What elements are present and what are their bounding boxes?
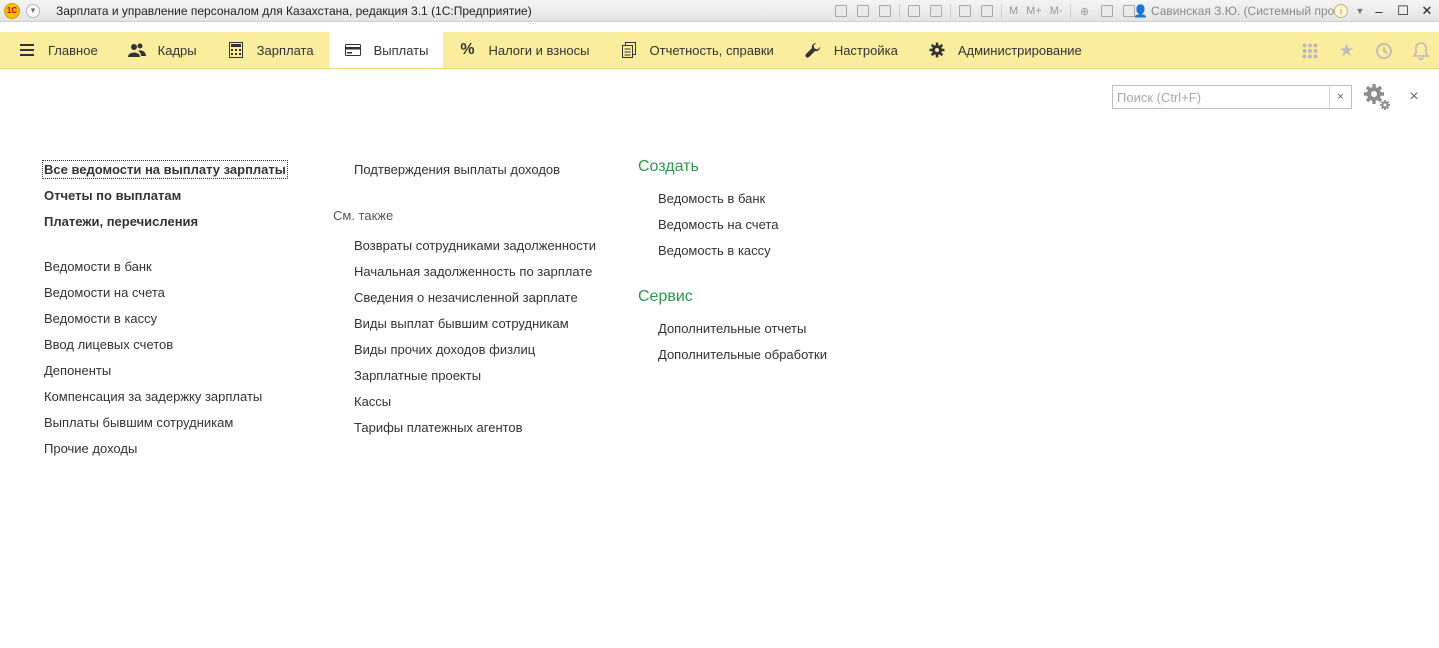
toolbar-separator <box>1069 4 1071 18</box>
link-payment-reports[interactable]: Отчеты по выплатам <box>44 188 181 203</box>
calculator-tool-icon[interactable] <box>954 0 976 22</box>
link-employee-debt-returns[interactable]: Возвраты сотрудниками задолженности <box>354 238 596 253</box>
window-controls: i ▼ – ☐ ✕ <box>1329 0 1439 22</box>
history-icon[interactable] <box>1365 32 1402 69</box>
link-income-payment-confirmations[interactable]: Подтверждения выплаты доходов <box>354 162 560 177</box>
link-bank-statements[interactable]: Ведомости в банк <box>44 259 152 274</box>
service-header: Сервис <box>638 288 693 305</box>
section-payments[interactable]: Выплаты <box>328 32 444 68</box>
link-other-income[interactable]: Прочие доходы <box>44 441 137 456</box>
card-icon <box>344 41 362 59</box>
see-also-header: См. также <box>333 208 394 223</box>
link-additional-processing[interactable]: Дополнительные обработки <box>658 347 827 362</box>
link-cash-desks[interactable]: Кассы <box>354 394 391 409</box>
window-title: Зарплата и управление персоналом для Каз… <box>56 3 532 18</box>
section-label: Налоги и взносы <box>488 42 590 58</box>
link-account-statements[interactable]: Ведомости на счета <box>44 285 165 300</box>
main-menu-dropdown-icon[interactable]: ▼ <box>26 3 40 18</box>
link-delay-compensation[interactable]: Компенсация за задержку зарплаты <box>44 389 262 404</box>
section-taxes[interactable]: % Налоги и взносы <box>443 32 604 68</box>
link-create-account-statement[interactable]: Ведомость на счета <box>658 217 778 232</box>
info-icon[interactable]: i <box>1329 0 1353 22</box>
menu-icon <box>18 41 36 59</box>
toolbar-separator <box>899 4 900 18</box>
link-create-bank-statement[interactable]: Ведомость в банк <box>658 191 765 206</box>
wrench-icon <box>804 41 822 59</box>
section-main[interactable]: Главное <box>0 32 113 68</box>
info-menu-chevron-icon[interactable]: ▼ <box>1353 0 1367 22</box>
link-salary-projects[interactable]: Зарплатные проекты <box>354 368 481 383</box>
sections-panel: Главное Кадры Зарплата Выплаты % Налоги … <box>0 32 1439 69</box>
section-administration[interactable]: Администрирование <box>913 32 1097 68</box>
link-other-income-types[interactable]: Виды прочих доходов физлиц <box>354 342 535 357</box>
memory-plus-button[interactable]: M+ <box>1022 0 1046 22</box>
link-deponents[interactable]: Депоненты <box>44 363 111 378</box>
user-name: Савинская З.Ю. (Системный прог... <box>1150 4 1348 18</box>
upload-icon[interactable] <box>903 0 925 22</box>
link-personal-accounts-entry[interactable]: Ввод лицевых счетов <box>44 337 173 352</box>
panel-tools: ★ <box>1291 32 1439 69</box>
section-label: Выплаты <box>373 42 429 58</box>
save-icon[interactable] <box>830 0 852 22</box>
toolbar-separator <box>1001 4 1002 18</box>
zoom-in-icon[interactable]: ⊕ <box>1074 0 1096 22</box>
close-window-icon[interactable]: ✕ <box>1415 0 1439 22</box>
search-input[interactable] <box>1113 86 1327 108</box>
user-icon: 👤 <box>1133 4 1148 18</box>
app-logo-icon[interactable]: 1С <box>4 2 20 19</box>
maximize-icon[interactable]: ☐ <box>1391 0 1415 22</box>
favorites-star-icon[interactable]: ★ <box>1328 32 1365 69</box>
title-bar: 1С ▼ Зарплата и управление персоналом дл… <box>0 0 1439 22</box>
toolbar-separator <box>950 4 951 18</box>
percent-icon: % <box>460 41 475 58</box>
people-icon <box>127 41 146 59</box>
section-label: Кадры <box>157 42 197 58</box>
link-former-employee-payments[interactable]: Выплаты бывшим сотрудникам <box>44 415 233 430</box>
link-additional-reports[interactable]: Дополнительные отчеты <box>658 321 806 336</box>
section-settings[interactable]: Настройка <box>789 32 913 68</box>
print-icon[interactable] <box>852 0 874 22</box>
clear-search-button[interactable]: × <box>1329 86 1351 108</box>
memory-button[interactable]: M <box>1005 0 1022 22</box>
title-toolbar: M M+ M- ⊕ <box>830 0 1140 22</box>
section-salary[interactable]: Зарплата <box>212 32 329 68</box>
link-cash-statements[interactable]: Ведомости в кассу <box>44 311 157 326</box>
link-all-payroll-statements[interactable]: Все ведомости на выплату зарплаты <box>42 160 288 179</box>
section-hr[interactable]: Кадры <box>113 32 212 68</box>
link-payments-transfers[interactable]: Платежи, перечисления <box>44 214 198 229</box>
link-former-employee-payment-types[interactable]: Виды выплат бывшим сотрудникам <box>354 316 569 331</box>
link-uncredited-salary-info[interactable]: Сведения о незачисленной зарплате <box>354 290 578 305</box>
link-payment-agent-tariffs[interactable]: Тарифы платежных агентов <box>354 420 523 435</box>
memory-minus-button[interactable]: M- <box>1046 0 1067 22</box>
copy-icon[interactable] <box>925 0 947 22</box>
section-label: Зарплата <box>256 42 314 58</box>
create-header: Создать <box>638 158 699 175</box>
gear-icon <box>928 41 946 59</box>
link-initial-salary-debt[interactable]: Начальная задолженность по зарплате <box>354 264 592 279</box>
section-label: Отчетность, справки <box>649 42 774 58</box>
notifications-bell-icon[interactable] <box>1402 32 1439 69</box>
window-tile-icon[interactable] <box>1096 0 1118 22</box>
close-panel-button[interactable]: × <box>1405 88 1423 106</box>
calculator-icon <box>227 41 245 59</box>
documents-icon <box>620 41 638 59</box>
section-label: Главное <box>48 42 98 58</box>
search-box: × <box>1112 85 1352 109</box>
preview-icon[interactable] <box>874 0 896 22</box>
minimize-icon[interactable]: – <box>1367 0 1391 22</box>
section-reports[interactable]: Отчетность, справки <box>605 32 789 68</box>
current-user[interactable]: 👤 Савинская З.Ю. (Системный прог... <box>1133 0 1347 22</box>
section-label: Настройка <box>833 42 898 58</box>
link-create-cash-statement[interactable]: Ведомость в кассу <box>658 243 771 258</box>
panel-settings-gear-icon[interactable] <box>1362 82 1392 112</box>
section-label: Администрирование <box>957 42 1082 58</box>
calendar-tool-icon[interactable] <box>976 0 998 22</box>
apps-grid-icon[interactable] <box>1291 32 1328 69</box>
